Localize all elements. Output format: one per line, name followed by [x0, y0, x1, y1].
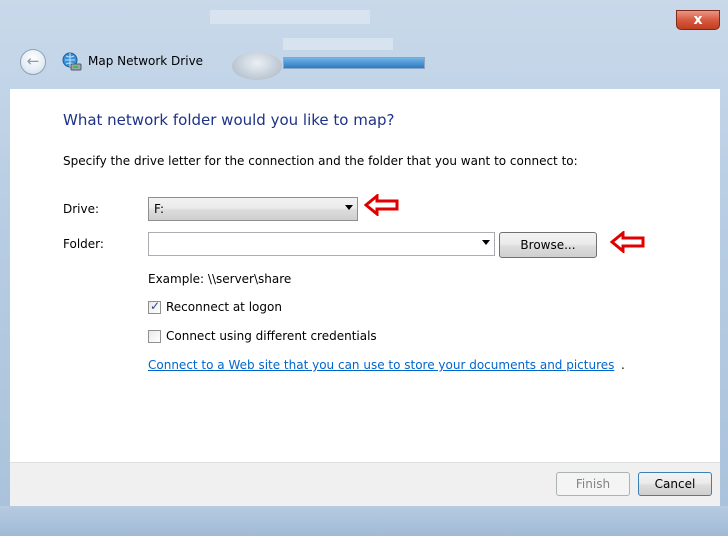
link-period: .: [621, 358, 625, 372]
finish-button[interactable]: Finish: [556, 472, 630, 496]
back-button[interactable]: ←: [20, 49, 46, 75]
wizard-footer: Finish Cancel: [10, 462, 720, 507]
drive-value: F:: [154, 202, 165, 216]
back-arrow-icon: ←: [26, 52, 40, 70]
background-window-text: [283, 38, 393, 50]
background-usage-bar: [283, 57, 425, 69]
network-drive-icon: [62, 52, 82, 71]
cancel-button[interactable]: Cancel: [638, 472, 712, 496]
close-icon: x: [693, 12, 703, 28]
chevron-down-icon[interactable]: [482, 240, 490, 245]
background-window-text: [210, 10, 370, 24]
window-frame: x ← Map Network Drive What network folde…: [0, 0, 728, 539]
window-bottom-border: [0, 506, 728, 539]
page-heading: What network folder would you like to ma…: [63, 111, 395, 129]
example-text: Example: \\server\share: [148, 272, 292, 286]
web-site-link[interactable]: Connect to a Web site that you can use t…: [148, 358, 614, 372]
close-button[interactable]: x: [676, 10, 720, 30]
red-arrow-annotation-browse: [610, 231, 645, 253]
drive-label: Drive:: [63, 202, 100, 216]
wizard-content: What network folder would you like to ma…: [10, 89, 720, 462]
window-title: Map Network Drive: [88, 54, 204, 68]
folder-input[interactable]: [148, 232, 495, 256]
drive-dropdown[interactable]: F:: [148, 197, 358, 221]
credentials-label[interactable]: Connect using different credentials: [166, 329, 377, 343]
red-arrow-annotation-drive: [364, 194, 399, 216]
instruction-text: Specify the drive letter for the connect…: [63, 154, 578, 168]
reconnect-checkbox[interactable]: [148, 299, 161, 314]
folder-label: Folder:: [63, 237, 104, 251]
background-drive-icon: [232, 52, 282, 80]
reconnect-label[interactable]: Reconnect at logon: [166, 300, 282, 314]
chevron-down-icon: [345, 205, 353, 210]
credentials-checkbox[interactable]: [148, 330, 161, 343]
browse-button[interactable]: Browse...: [499, 232, 597, 258]
